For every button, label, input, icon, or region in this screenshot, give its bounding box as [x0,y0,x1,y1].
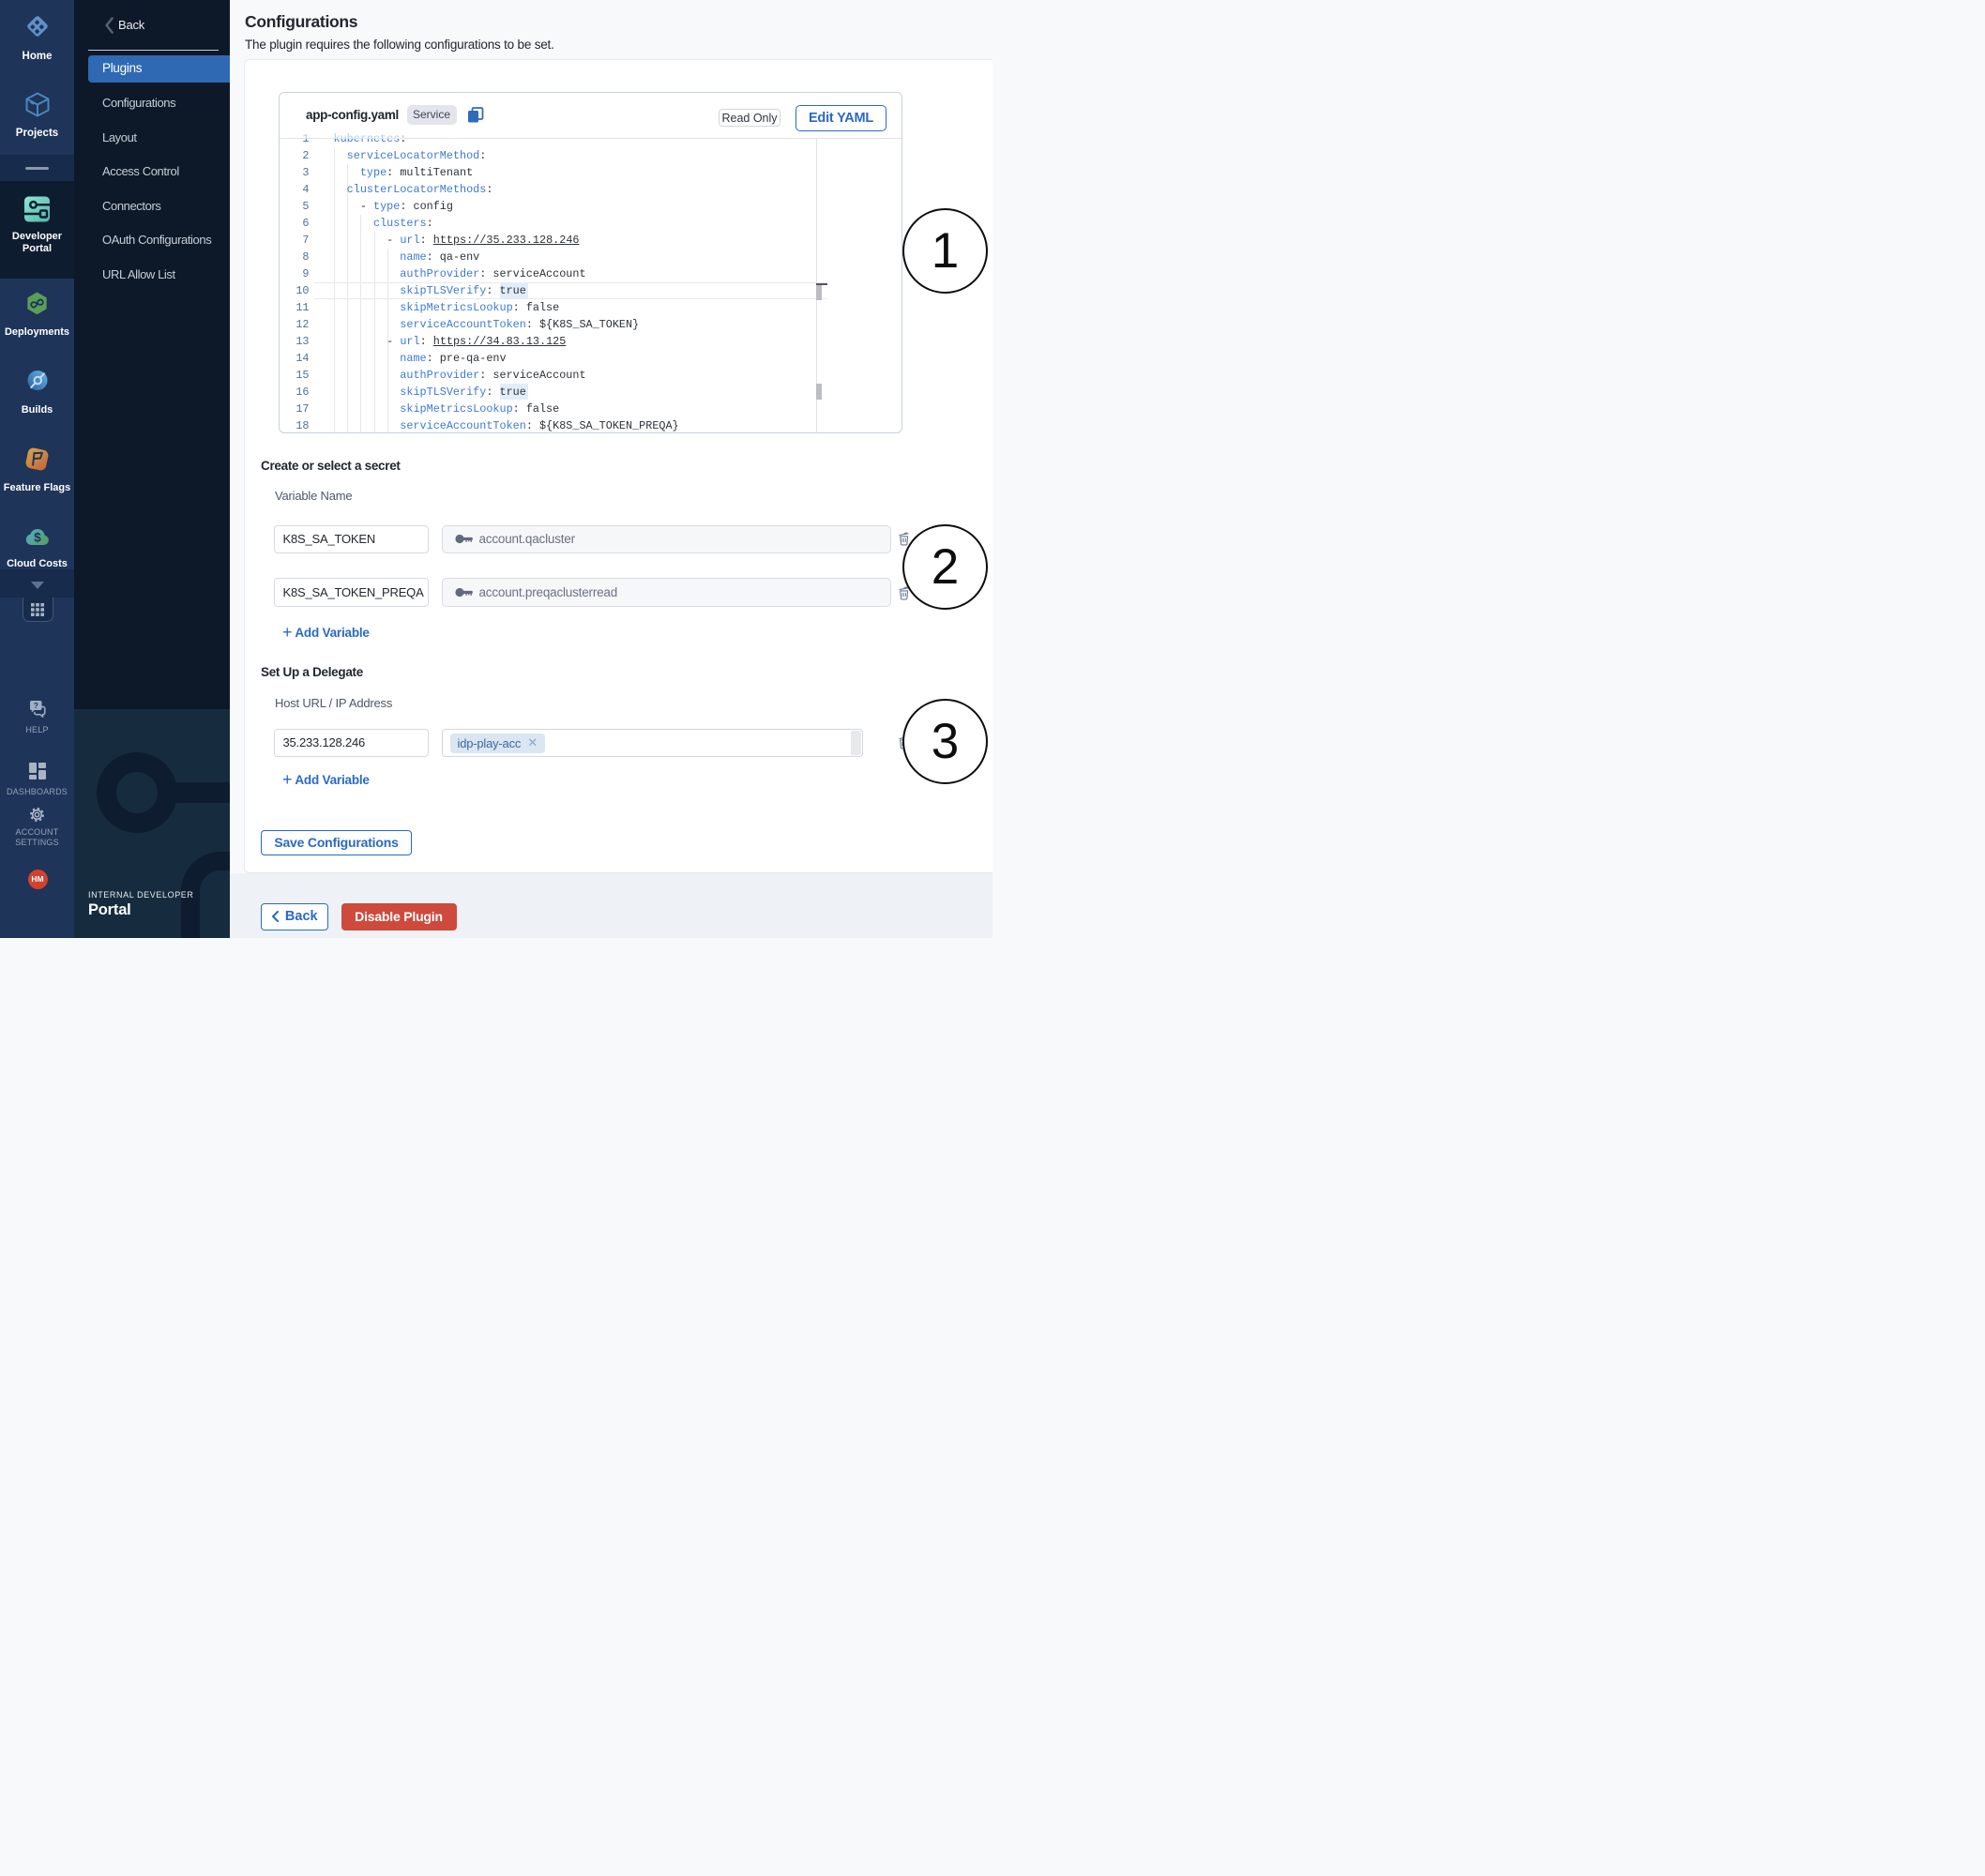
svg-text:$: $ [34,531,41,545]
svg-text:?: ? [33,701,38,710]
